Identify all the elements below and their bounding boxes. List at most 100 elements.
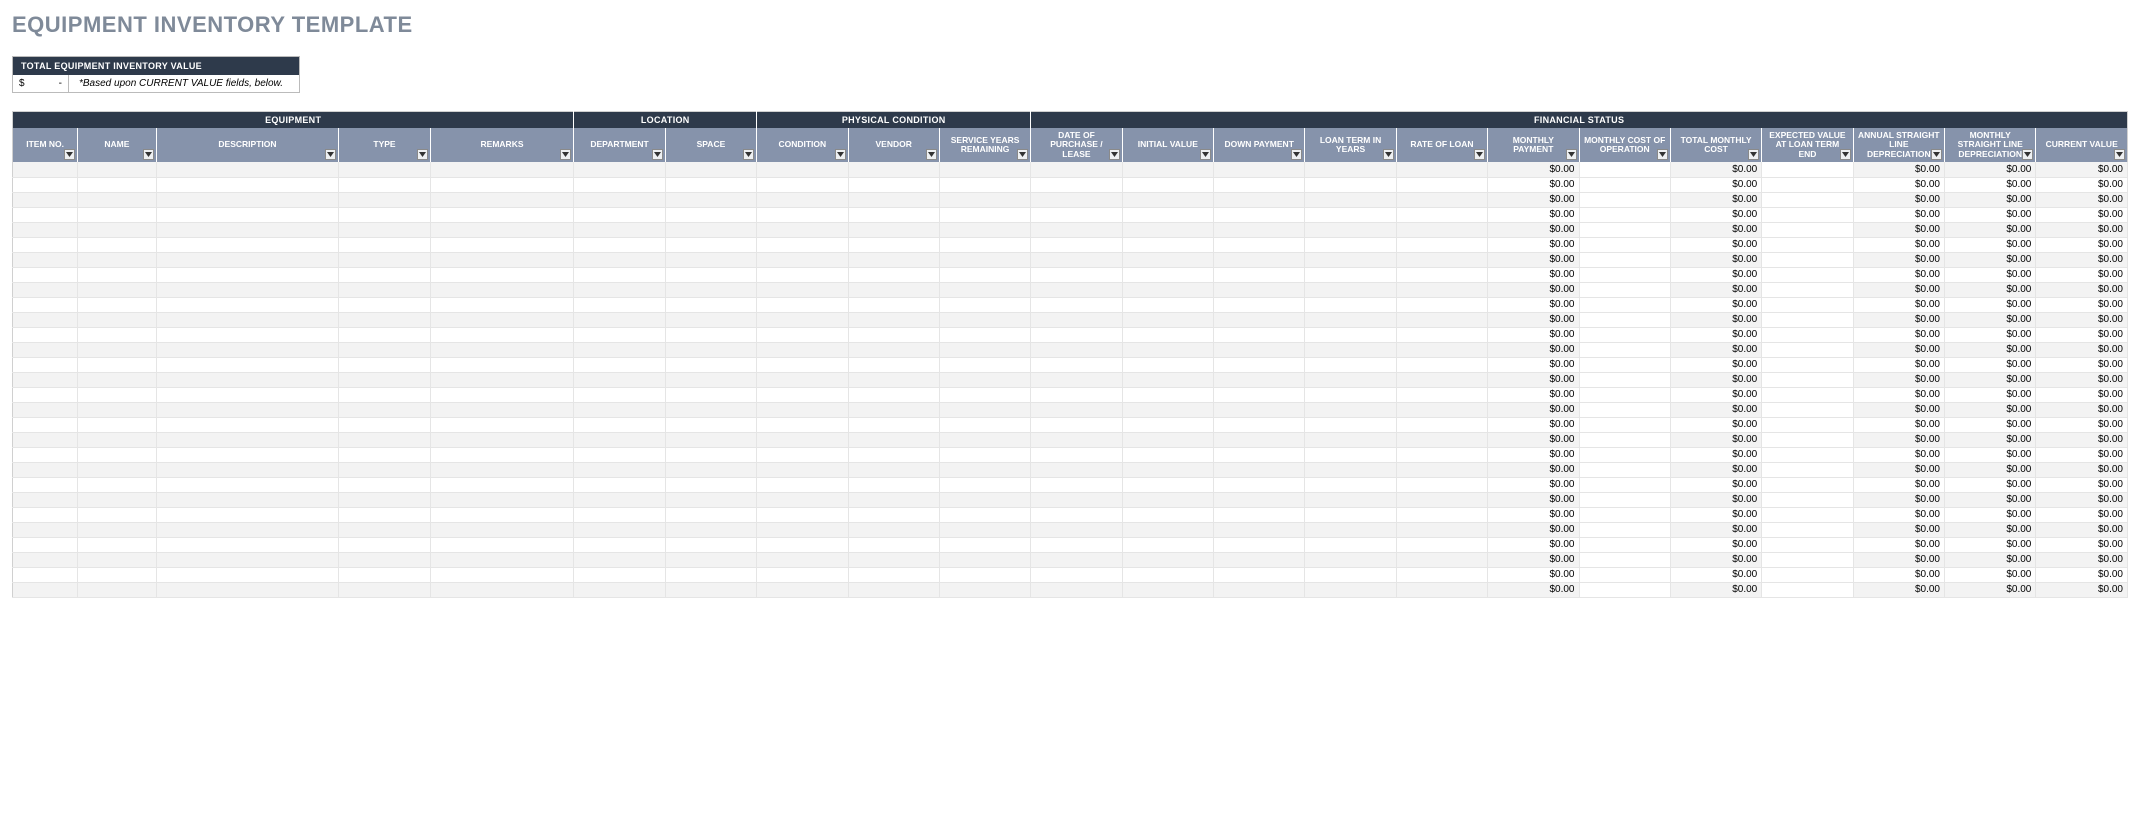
table-cell[interactable] (339, 237, 430, 252)
table-cell[interactable] (1396, 192, 1487, 207)
table-cell[interactable]: $0.00 (1853, 297, 1944, 312)
table-cell[interactable] (665, 162, 756, 177)
table-cell[interactable] (848, 402, 939, 417)
table-cell[interactable] (939, 327, 1030, 342)
table-cell[interactable]: $0.00 (2036, 357, 2128, 372)
table-cell[interactable]: $0.00 (2036, 342, 2128, 357)
table-cell[interactable] (78, 567, 156, 582)
table-cell[interactable] (848, 462, 939, 477)
table-cell[interactable] (939, 402, 1030, 417)
table-cell[interactable] (574, 192, 665, 207)
table-cell[interactable] (939, 387, 1030, 402)
table-cell[interactable]: $0.00 (1945, 162, 2036, 177)
table-cell[interactable] (939, 462, 1030, 477)
table-cell[interactable]: $0.00 (1488, 312, 1579, 327)
table-cell[interactable] (339, 327, 430, 342)
table-cell[interactable] (1579, 567, 1670, 582)
table-cell[interactable] (1305, 432, 1396, 447)
table-cell[interactable] (78, 447, 156, 462)
table-cell[interactable] (1122, 237, 1213, 252)
table-cell[interactable] (78, 327, 156, 342)
table-cell[interactable]: $0.00 (2036, 522, 2128, 537)
table-cell[interactable] (1031, 522, 1122, 537)
table-cell[interactable] (757, 297, 848, 312)
table-cell[interactable] (339, 567, 430, 582)
table-cell[interactable] (1396, 207, 1487, 222)
table-cell[interactable] (1762, 402, 1853, 417)
table-cell[interactable] (78, 417, 156, 432)
table-cell[interactable] (757, 312, 848, 327)
table-cell[interactable] (1214, 222, 1305, 237)
table-cell[interactable]: $0.00 (1488, 177, 1579, 192)
table-cell[interactable]: $0.00 (1853, 222, 1944, 237)
table-cell[interactable] (1031, 222, 1122, 237)
table-cell[interactable] (156, 507, 339, 522)
table-cell[interactable] (1122, 567, 1213, 582)
table-cell[interactable] (430, 582, 574, 597)
table-cell[interactable] (78, 207, 156, 222)
table-cell[interactable]: $0.00 (1945, 507, 2036, 522)
table-cell[interactable] (430, 537, 574, 552)
table-cell[interactable] (1762, 192, 1853, 207)
table-cell[interactable]: $0.00 (1670, 537, 1761, 552)
table-cell[interactable] (13, 477, 78, 492)
table-cell[interactable] (1305, 252, 1396, 267)
table-cell[interactable] (1579, 357, 1670, 372)
table-cell[interactable] (848, 177, 939, 192)
table-cell[interactable]: $0.00 (1853, 387, 1944, 402)
table-cell[interactable]: $0.00 (1670, 417, 1761, 432)
table-cell[interactable] (1762, 357, 1853, 372)
table-cell[interactable] (665, 177, 756, 192)
table-cell[interactable] (1305, 222, 1396, 237)
table-cell[interactable] (939, 252, 1030, 267)
table-cell[interactable]: $0.00 (1853, 567, 1944, 582)
table-cell[interactable] (939, 552, 1030, 567)
table-cell[interactable] (848, 162, 939, 177)
table-cell[interactable] (848, 342, 939, 357)
table-cell[interactable] (939, 297, 1030, 312)
table-cell[interactable] (1305, 417, 1396, 432)
table-cell[interactable] (156, 417, 339, 432)
filter-dropdown-icon[interactable] (743, 149, 754, 160)
table-cell[interactable] (1122, 462, 1213, 477)
table-cell[interactable]: $0.00 (1670, 462, 1761, 477)
table-cell[interactable]: $0.00 (1945, 192, 2036, 207)
table-cell[interactable] (1579, 162, 1670, 177)
table-cell[interactable]: $0.00 (1853, 402, 1944, 417)
table-cell[interactable] (574, 267, 665, 282)
filter-dropdown-icon[interactable] (926, 149, 937, 160)
table-cell[interactable] (156, 177, 339, 192)
table-cell[interactable] (757, 432, 848, 447)
table-cell[interactable] (78, 522, 156, 537)
table-cell[interactable] (339, 207, 430, 222)
table-cell[interactable] (1214, 402, 1305, 417)
table-cell[interactable] (1762, 207, 1853, 222)
table-cell[interactable] (757, 267, 848, 282)
table-cell[interactable] (848, 252, 939, 267)
table-cell[interactable] (1122, 387, 1213, 402)
table-cell[interactable]: $0.00 (1853, 447, 1944, 462)
table-cell[interactable]: $0.00 (1853, 432, 1944, 447)
table-cell[interactable] (1214, 207, 1305, 222)
table-cell[interactable] (430, 282, 574, 297)
table-cell[interactable]: $0.00 (1488, 507, 1579, 522)
table-cell[interactable]: $0.00 (1488, 537, 1579, 552)
table-cell[interactable] (13, 312, 78, 327)
table-cell[interactable] (1214, 387, 1305, 402)
table-cell[interactable]: $0.00 (1945, 297, 2036, 312)
table-cell[interactable]: $0.00 (1945, 342, 2036, 357)
table-cell[interactable]: $0.00 (1670, 162, 1761, 177)
table-cell[interactable]: $0.00 (1670, 447, 1761, 462)
table-cell[interactable]: $0.00 (2036, 567, 2128, 582)
summary-value-cell[interactable]: $ - (13, 75, 69, 92)
table-cell[interactable] (13, 177, 78, 192)
table-cell[interactable]: $0.00 (1853, 327, 1944, 342)
table-cell[interactable]: $0.00 (1853, 282, 1944, 297)
table-cell[interactable] (339, 432, 430, 447)
table-cell[interactable] (1396, 567, 1487, 582)
table-cell[interactable]: $0.00 (2036, 387, 2128, 402)
table-cell[interactable] (1762, 462, 1853, 477)
table-cell[interactable] (1214, 237, 1305, 252)
table-cell[interactable] (430, 432, 574, 447)
table-cell[interactable] (339, 507, 430, 522)
